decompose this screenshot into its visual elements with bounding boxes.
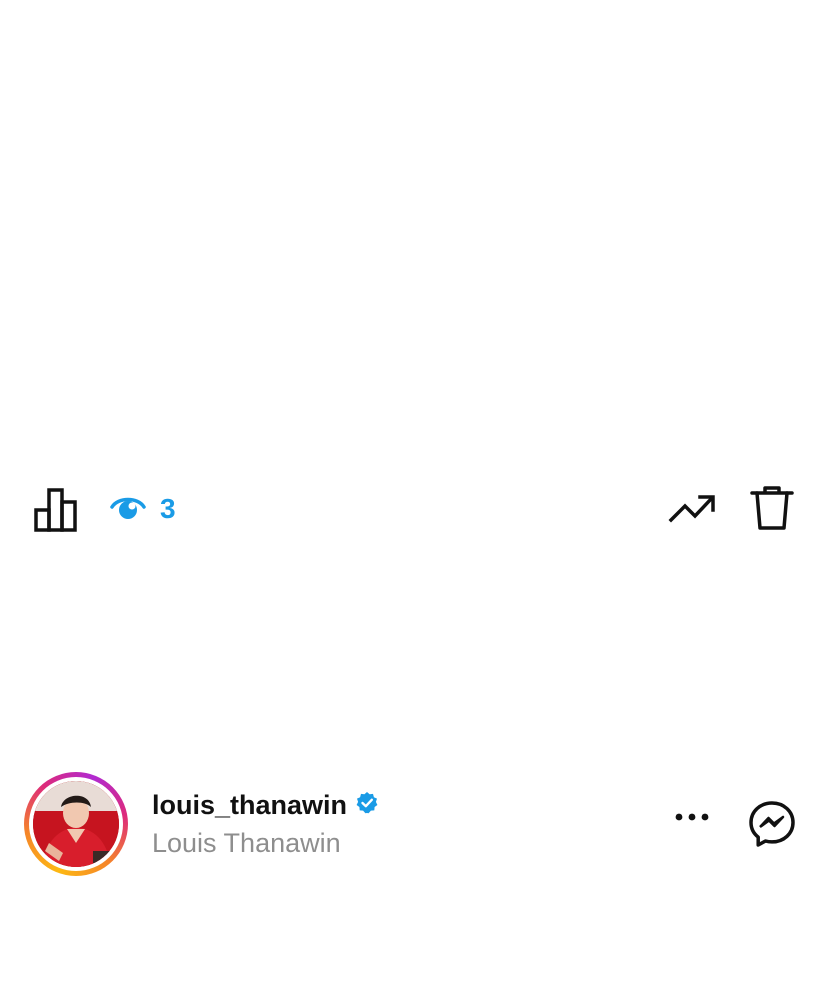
story-ring[interactable] (24, 772, 128, 876)
trash-icon[interactable] (750, 484, 794, 532)
avatar (33, 781, 119, 867)
username-line[interactable]: louis_thanawin (152, 788, 379, 822)
trending-up-icon[interactable] (668, 492, 716, 526)
username[interactable]: louis_thanawin (152, 788, 347, 822)
messenger-icon[interactable] (748, 800, 796, 848)
view-count: 3 (160, 493, 176, 524)
eye-icon (110, 493, 146, 526)
avatar-border (29, 777, 123, 871)
bar-chart-icon[interactable] (32, 486, 80, 534)
viewers-button[interactable]: 3 (110, 492, 176, 526)
profile-row: louis_thanawin Louis Thanawin (0, 770, 828, 880)
verified-badge-icon (355, 791, 379, 820)
display-name: Louis Thanawin (152, 828, 341, 858)
story-activity-bar: 3 (0, 478, 828, 540)
more-icon[interactable] (674, 812, 710, 822)
